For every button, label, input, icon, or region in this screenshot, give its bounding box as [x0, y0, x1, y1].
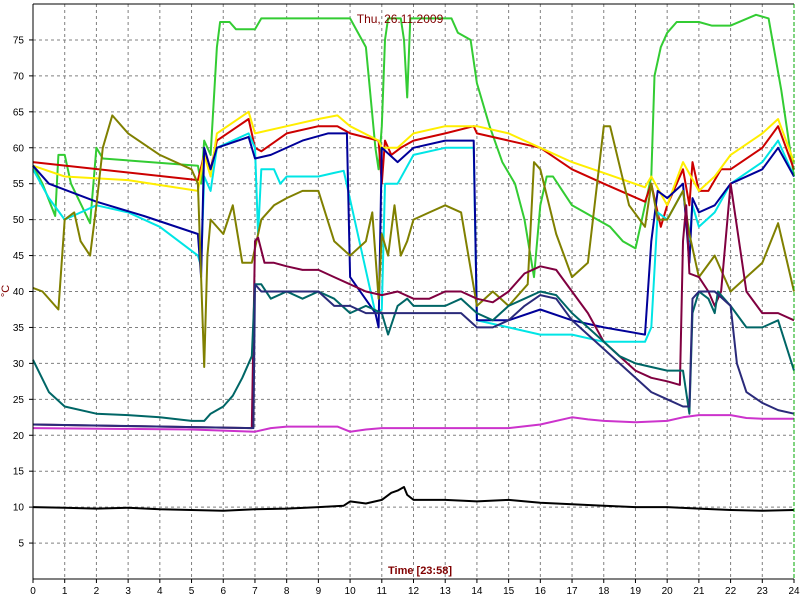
x-tick-label: 8: [284, 586, 290, 597]
y-tick-label: 20: [13, 431, 25, 442]
chart-title: Thu, 26.11.2009: [357, 12, 444, 26]
y-tick-label: 10: [13, 503, 25, 514]
y-tick-label: 55: [13, 179, 25, 190]
y-tick-label: 25: [13, 395, 25, 406]
y-tick-label: 50: [13, 215, 25, 226]
x-tick-label: 23: [757, 586, 769, 597]
y-tick-label: 70: [13, 71, 25, 82]
x-tick-label: 20: [662, 586, 674, 597]
x-tick-label: 7: [252, 586, 258, 597]
x-tick-label: 22: [725, 586, 737, 597]
y-tick-label: 30: [13, 359, 25, 370]
x-tick-label: 9: [316, 586, 322, 597]
x-tick-label: 18: [598, 586, 610, 597]
temperature-chart: 0 1 2 3 4 5 6 7 8 9 10 11 12 13 14 15 16 17 18 19 20 21 22 23 24…: [0, 0, 800, 600]
y-tick-label: 5: [18, 539, 24, 550]
x-tick-label: 6: [220, 586, 226, 597]
y-tick-label: 45: [13, 251, 25, 262]
x-tick-label: 21: [693, 586, 705, 597]
x-tick-label: 17: [566, 586, 578, 597]
x-tick-label: 0: [30, 586, 36, 597]
x-tick-label: 11: [377, 586, 388, 597]
chart-background: [0, 0, 800, 600]
x-tick-label: 15: [503, 586, 515, 597]
y-tick-label: 40: [13, 287, 25, 298]
x-axis-label: Time [23:58]: [388, 565, 452, 577]
x-tick-label: 16: [535, 586, 547, 597]
y-tick-label: 75: [13, 35, 25, 46]
x-tick-label: 2: [94, 586, 100, 597]
x-tick-label: 12: [408, 586, 420, 597]
x-tick-label: 3: [125, 586, 131, 597]
x-tick-label: 10: [345, 586, 357, 597]
x-tick-label: 1: [62, 586, 68, 597]
x-tick-label: 24: [788, 586, 800, 597]
x-tick-label: 4: [157, 586, 163, 597]
x-tick-label: 14: [471, 586, 483, 597]
y-tick-label: 15: [13, 467, 25, 478]
x-tick-label: 19: [630, 586, 642, 597]
y-axis-label: °C: [0, 285, 12, 297]
chart-root: 0 1 2 3 4 5 6 7 8 9 10 11 12 13 14 15 16 17 18 19 20 21 22 23 24…: [0, 0, 800, 600]
y-tick-label: 65: [13, 107, 25, 118]
y-tick-label: 60: [13, 143, 25, 154]
y-tick-label: 35: [13, 323, 25, 334]
x-tick-label: 13: [440, 586, 452, 597]
x-tick-label: 5: [189, 586, 195, 597]
